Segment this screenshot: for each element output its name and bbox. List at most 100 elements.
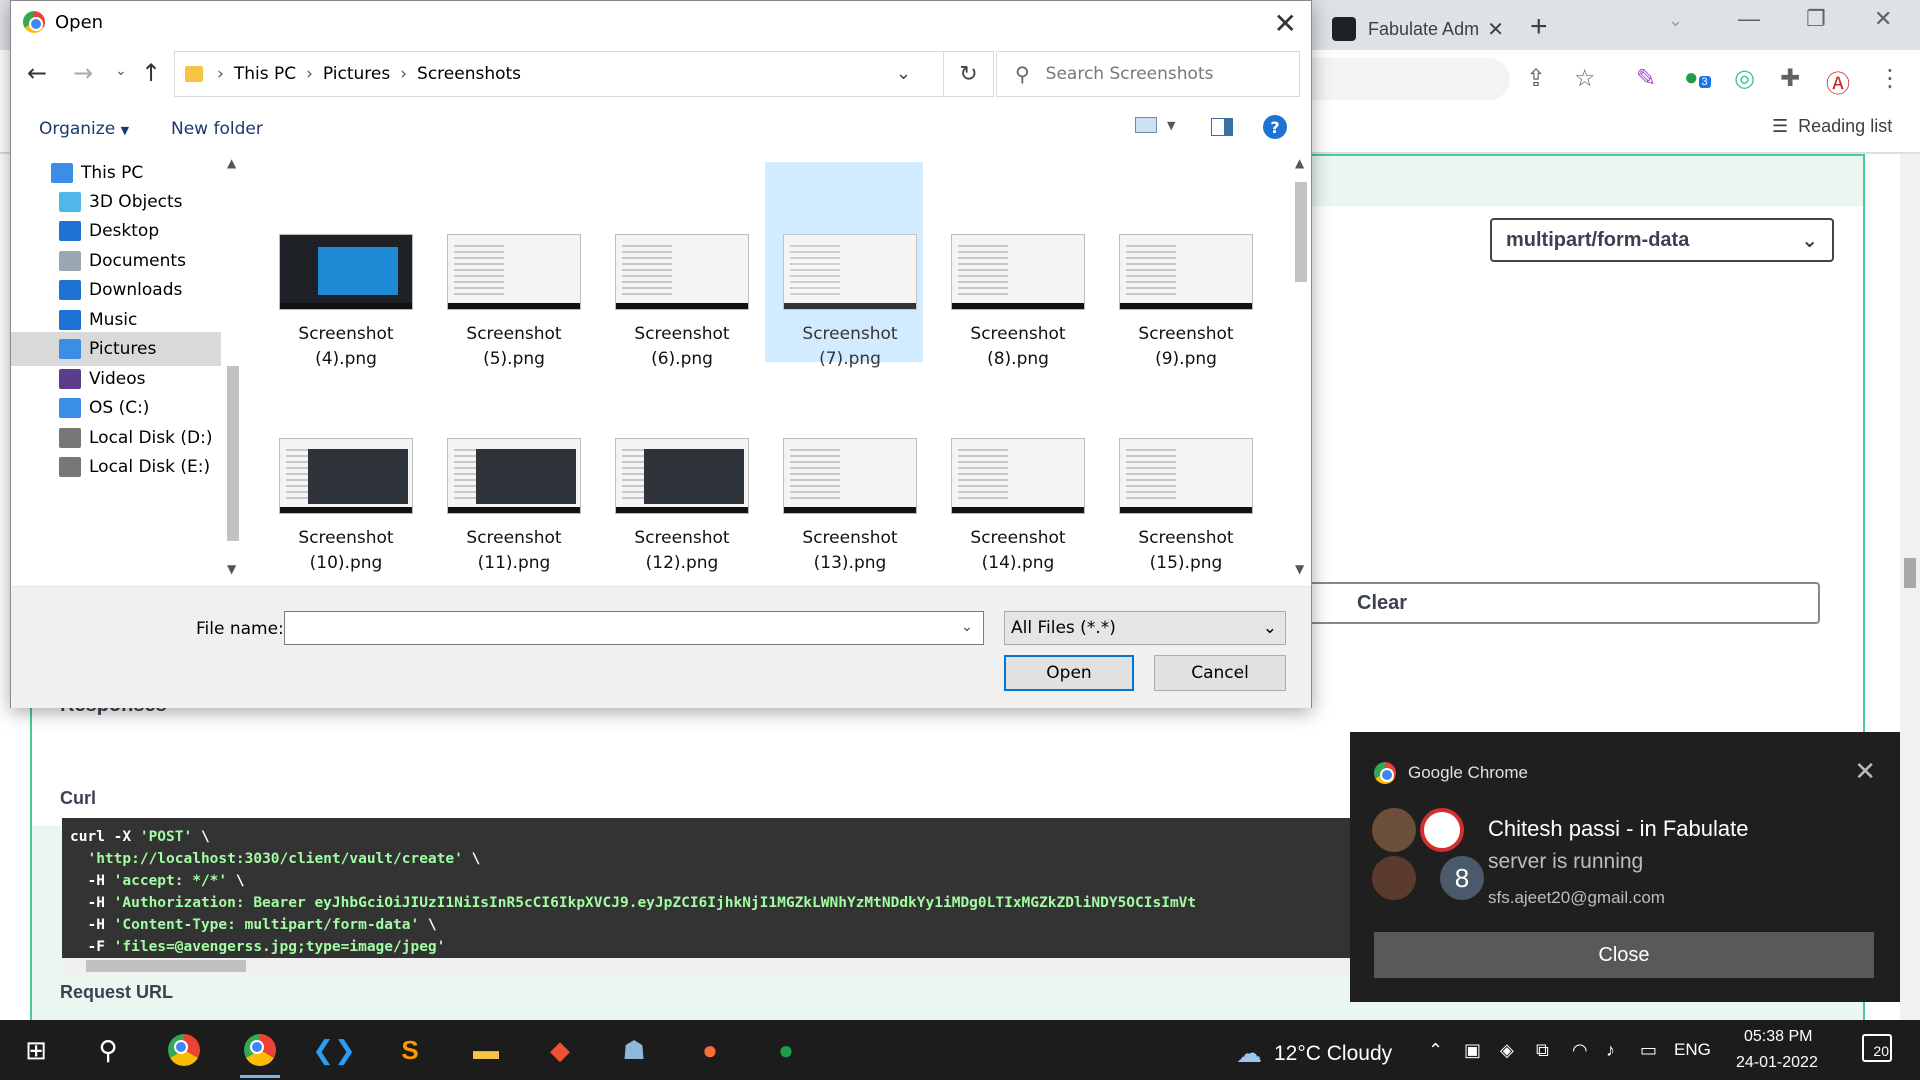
- file-tile[interactable]: Screenshot (11).png: [429, 366, 587, 573]
- file-tile[interactable]: Screenshot (6).png: [597, 162, 755, 369]
- page-scrollbar-thumb[interactable]: [1904, 558, 1916, 588]
- chrome-menu-icon[interactable]: ⋮: [1878, 64, 1902, 93]
- address-history-chevron-icon[interactable]: ⌄: [896, 63, 911, 84]
- chrome-notification[interactable]: Google Chrome ✕ 8 Chitesh passi - in Fab…: [1350, 732, 1900, 1002]
- file-tile[interactable]: Screenshot (10).png: [261, 366, 419, 573]
- wifi-icon[interactable]: ◠: [1572, 1040, 1588, 1061]
- file-tile[interactable]: Screenshot (4).png: [261, 162, 419, 369]
- clear-button[interactable]: Clear: [1300, 582, 1820, 624]
- input-language-indicator[interactable]: ENG: [1674, 1040, 1711, 1060]
- notification-dismiss-icon[interactable]: ✕: [1854, 756, 1876, 787]
- volume-icon[interactable]: ♪: [1606, 1040, 1615, 1061]
- reading-list-button[interactable]: ☰ Reading list: [1772, 116, 1892, 137]
- back-arrow-icon[interactable]: ←: [27, 59, 47, 87]
- file-thumbnail: [951, 234, 1085, 310]
- taskbar: ⊞ ⚲ ❮❯ S ▬ ◆ ☗ ● ● ☁ 12°C Cloudy ⌃ ▣ ◈ ⧉…: [0, 1020, 1920, 1080]
- extension-green-icon[interactable]: ● 3: [1684, 64, 1711, 92]
- breadcrumb-this-pc[interactable]: This PC: [234, 64, 296, 84]
- close-tab-icon[interactable]: ✕: [1487, 17, 1504, 42]
- open-button[interactable]: Open: [1004, 655, 1134, 691]
- nav-item-os-c[interactable]: OS (C:): [11, 391, 221, 425]
- nav-pane-scrollbar[interactable]: ▲ ▼: [223, 156, 243, 581]
- minimize-icon[interactable]: —: [1738, 6, 1760, 32]
- git-icon[interactable]: ◆: [540, 1030, 580, 1070]
- file-explorer-icon[interactable]: ▬: [466, 1030, 506, 1070]
- scroll-up-icon[interactable]: ▲: [1295, 156, 1304, 170]
- share-icon[interactable]: ⇪: [1526, 64, 1546, 93]
- change-view-button[interactable]: ▼: [1135, 117, 1175, 133]
- file-name-input[interactable]: [284, 611, 984, 645]
- scroll-down-icon[interactable]: ▼: [227, 562, 236, 576]
- breadcrumb-screenshots[interactable]: Screenshots: [417, 64, 521, 84]
- postgres-elephant-icon[interactable]: ☗: [614, 1030, 654, 1070]
- file-type-select[interactable]: All Files (*.*) ⌄: [1004, 611, 1286, 645]
- vscode-icon[interactable]: ❮❯: [312, 1030, 356, 1070]
- preview-pane-icon[interactable]: [1211, 118, 1233, 136]
- new-tab-button[interactable]: +: [1530, 10, 1548, 44]
- dialog-close-icon[interactable]: ✕: [1274, 7, 1297, 40]
- chrome-icon: [168, 1034, 200, 1066]
- content-type-select[interactable]: multipart/form-data ⌄: [1490, 218, 1834, 262]
- file-tile[interactable]: Screenshot (9).png: [1101, 162, 1259, 369]
- address-bar[interactable]: [1310, 58, 1510, 100]
- windows-start-icon[interactable]: ⊞: [16, 1030, 56, 1070]
- organize-button[interactable]: Organize ▼: [39, 119, 129, 139]
- file-thumbnail: [783, 438, 917, 514]
- notification-close-button[interactable]: Close: [1374, 932, 1874, 978]
- dropbox-icon[interactable]: ◈: [1500, 1040, 1514, 1061]
- recent-locations-chevron-icon[interactable]: ⌄: [115, 63, 127, 79]
- tab-fabulate-admin[interactable]: Fabulate Adm ✕: [1318, 8, 1518, 50]
- close-window-icon[interactable]: ✕: [1874, 6, 1892, 32]
- clock-time[interactable]: 05:38 PM: [1744, 1028, 1812, 1046]
- file-grid-scrollbar-thumb[interactable]: [1295, 182, 1307, 282]
- file-grid-scrollbar[interactable]: ▲ ▼: [1291, 156, 1311, 581]
- pictures-icon: [59, 339, 81, 359]
- search-input[interactable]: ⚲ Search Screenshots: [996, 51, 1300, 97]
- refresh-icon[interactable]: ↻: [944, 51, 994, 97]
- nav-item-local-disk-e[interactable]: Local Disk (E:): [11, 450, 221, 484]
- forward-arrow-icon[interactable]: →: [73, 59, 93, 87]
- sublime-text-icon[interactable]: S: [390, 1030, 430, 1070]
- address-breadcrumb[interactable]: › This PC › Pictures › Screenshots: [174, 51, 944, 97]
- new-folder-button[interactable]: New folder: [171, 119, 263, 139]
- nav-item-downloads[interactable]: Downloads: [11, 273, 221, 307]
- file-tile[interactable]: Screenshot (12).png: [597, 366, 755, 573]
- nav-scrollbar-thumb[interactable]: [227, 366, 239, 541]
- scrollbar-thumb[interactable]: [86, 960, 246, 972]
- meet-now-icon[interactable]: ▣: [1464, 1040, 1481, 1061]
- extensions-puzzle-icon[interactable]: ✚: [1780, 64, 1800, 93]
- chrome-app-icon[interactable]: ●: [766, 1030, 806, 1070]
- scroll-up-icon[interactable]: ▲: [227, 156, 236, 170]
- screen-capture-icon[interactable]: ⧉: [1536, 1040, 1549, 1061]
- help-icon[interactable]: ?: [1263, 115, 1287, 139]
- page-scrollbar[interactable]: [1900, 154, 1920, 1020]
- battery-icon[interactable]: ▭: [1640, 1040, 1657, 1061]
- file-tile[interactable]: Screenshot (13).png: [765, 366, 923, 573]
- pen-extension-icon[interactable]: ✎: [1636, 64, 1656, 93]
- weather-widget[interactable]: ☁ 12°C Cloudy: [1236, 1038, 1392, 1069]
- scroll-down-icon[interactable]: ▼: [1295, 562, 1304, 576]
- file-tile[interactable]: Screenshot (14).png: [933, 366, 1091, 573]
- extension-circle-icon[interactable]: ◎: [1734, 64, 1755, 93]
- file-tile[interactable]: Screenshot (7).png: [765, 162, 923, 369]
- restore-icon[interactable]: ❐: [1806, 6, 1826, 32]
- file-name-history-chevron-icon[interactable]: ⌄: [961, 619, 973, 635]
- breadcrumb-pictures[interactable]: Pictures: [323, 64, 390, 84]
- up-arrow-icon[interactable]: ↑: [141, 59, 161, 87]
- action-center-icon[interactable]: 20: [1862, 1034, 1892, 1062]
- file-tile[interactable]: Screenshot (5).png: [429, 162, 587, 369]
- profile-avatar[interactable]: Ⓐ: [1826, 64, 1850, 99]
- bookmark-star-icon[interactable]: ☆: [1574, 64, 1596, 93]
- nav-item-pictures[interactable]: Pictures: [11, 332, 221, 366]
- nav-item-desktop[interactable]: Desktop: [11, 214, 221, 248]
- cancel-button[interactable]: Cancel: [1154, 655, 1286, 691]
- file-tile[interactable]: Screenshot (8).png: [933, 162, 1091, 369]
- clock-date[interactable]: 24-01-2022: [1736, 1054, 1818, 1072]
- chrome-taskbar-icon[interactable]: [164, 1030, 204, 1070]
- show-hidden-icons-chevron-icon[interactable]: ⌃: [1428, 1040, 1443, 1061]
- chrome-profile-taskbar-icon[interactable]: [240, 1030, 280, 1078]
- file-tile[interactable]: Screenshot (15).png: [1101, 366, 1259, 573]
- tab-search-icon[interactable]: ⌄: [1668, 10, 1683, 31]
- search-icon[interactable]: ⚲: [88, 1030, 128, 1070]
- postman-icon[interactable]: ●: [690, 1030, 730, 1070]
